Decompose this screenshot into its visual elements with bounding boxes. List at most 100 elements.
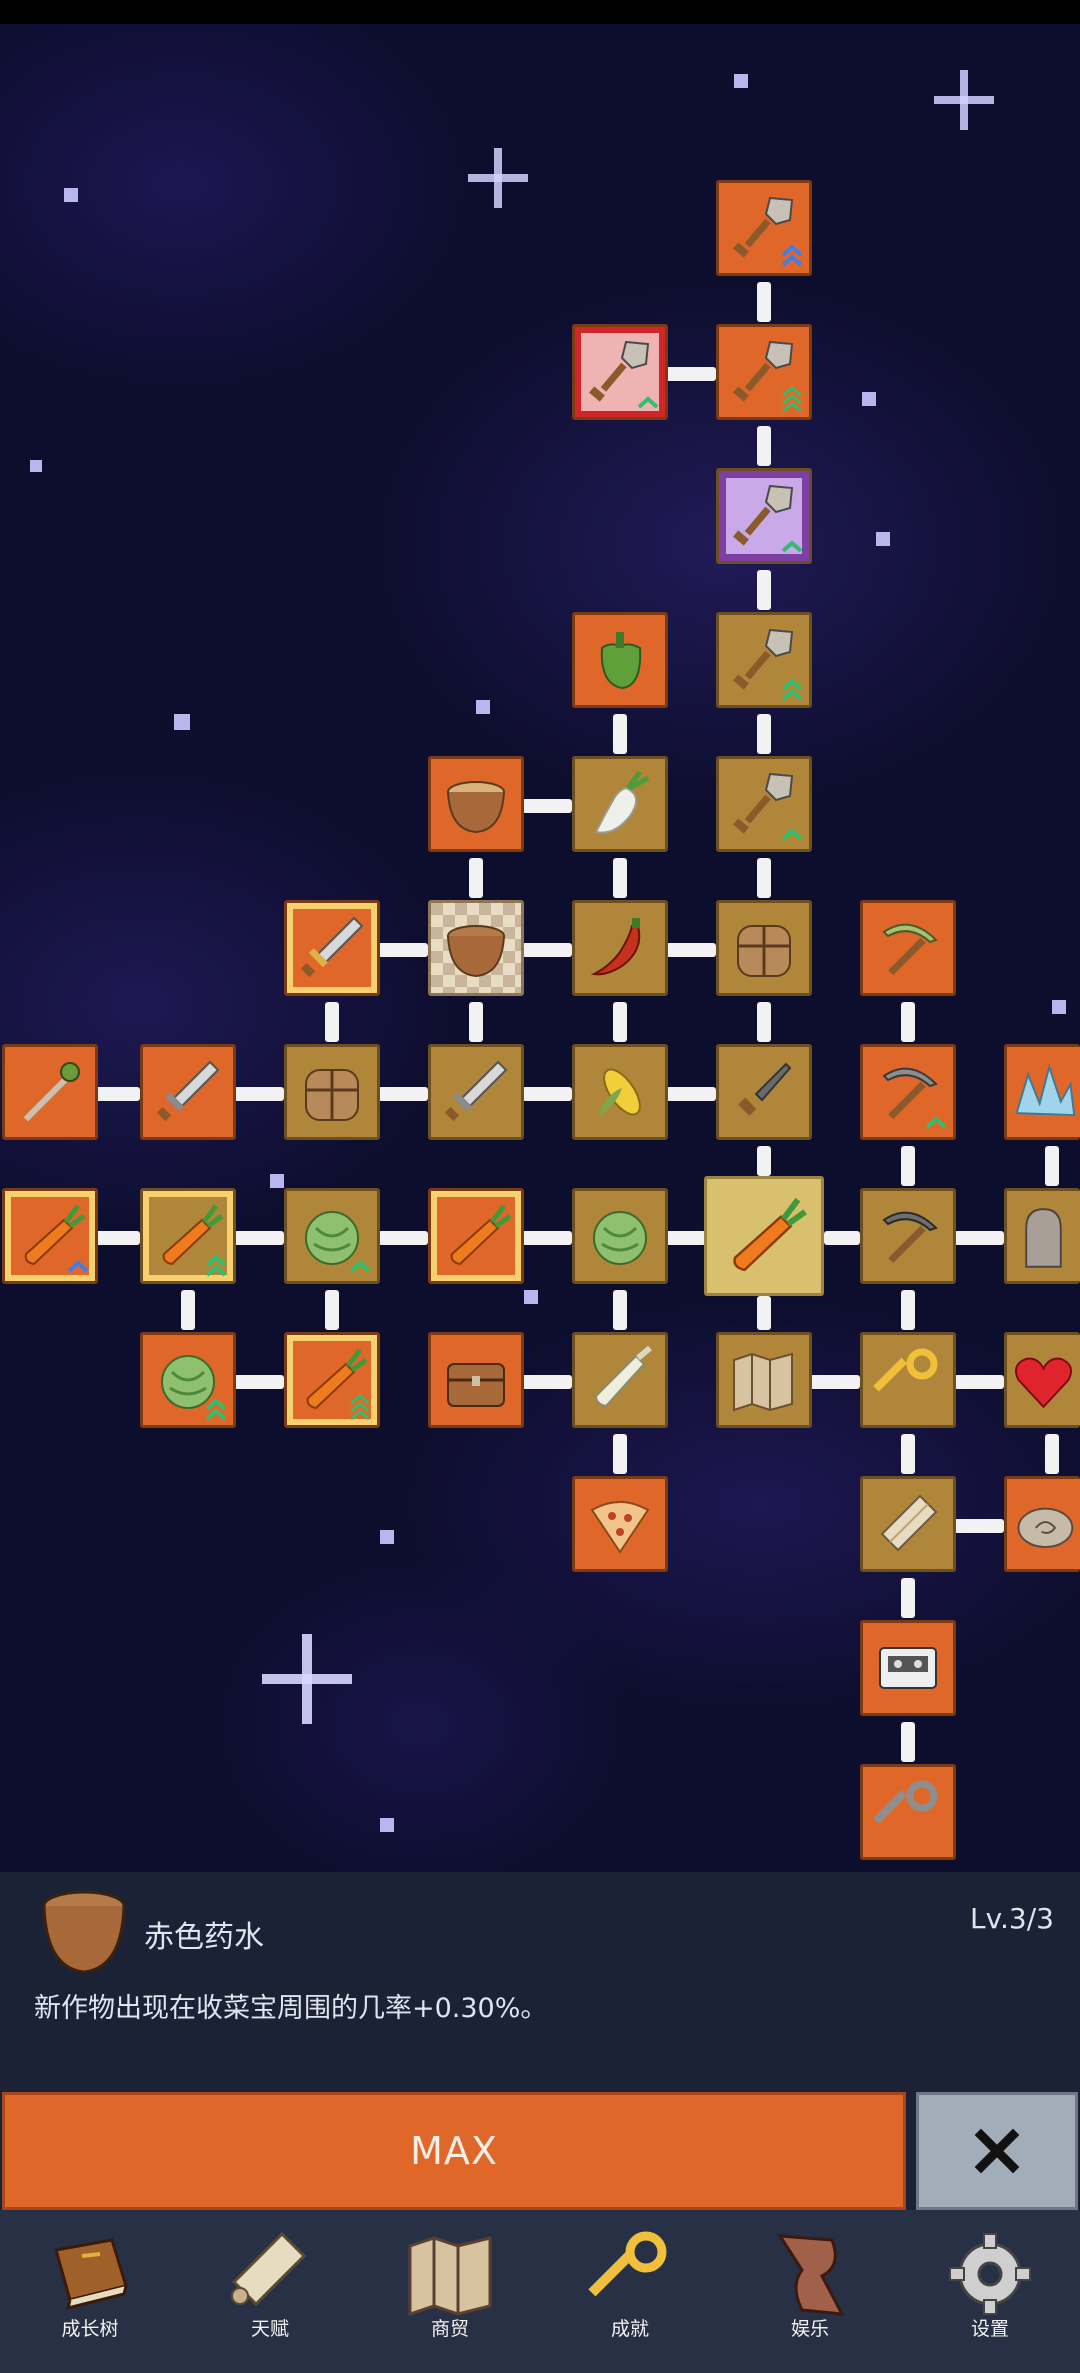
- connector: [522, 799, 572, 813]
- connector: [666, 943, 716, 957]
- node-dagger[interactable]: [716, 1044, 812, 1140]
- connector: [613, 1434, 627, 1474]
- node-cabbage-c[interactable]: [140, 1332, 236, 1428]
- pickaxe-icon: [882, 1211, 938, 1264]
- nav-trade[interactable]: 商贸: [390, 2226, 510, 2356]
- scroll-icon: [880, 1494, 938, 1552]
- node-pickaxe-b[interactable]: [860, 1044, 956, 1140]
- node-pizza[interactable]: [572, 1476, 668, 1572]
- chili-icon: [590, 918, 641, 976]
- node-backpack-b[interactable]: [284, 1044, 380, 1140]
- connector: [234, 1087, 284, 1101]
- node-sword-a[interactable]: [284, 900, 380, 996]
- node-carrot-a[interactable]: [2, 1188, 98, 1284]
- node-shovel-a[interactable]: [716, 180, 812, 276]
- node-pepper[interactable]: [572, 612, 668, 708]
- connector: [757, 1146, 771, 1176]
- connector: [469, 1002, 483, 1042]
- connector: [1045, 1146, 1059, 1186]
- gear-icon: [949, 2233, 1031, 2315]
- connector: [757, 426, 771, 466]
- node-cassette[interactable]: [860, 1620, 956, 1716]
- connector: [234, 1375, 284, 1389]
- node-leek[interactable]: [572, 1332, 668, 1428]
- pepper-icon: [600, 632, 642, 690]
- star: [380, 1818, 394, 1832]
- node-shovel-d[interactable]: [716, 756, 812, 852]
- node-crystal[interactable]: [1004, 1044, 1080, 1140]
- connector: [901, 1146, 915, 1186]
- node-shovel-c[interactable]: [716, 612, 812, 708]
- node-staff[interactable]: [2, 1044, 98, 1140]
- node-carrot-c[interactable]: [428, 1188, 524, 1284]
- node-sword-b[interactable]: [140, 1044, 236, 1140]
- connector: [613, 1290, 627, 1330]
- nav-growth-tree[interactable]: 成长树: [30, 2226, 150, 2356]
- sparkle: [262, 1634, 352, 1724]
- node-backpack-a[interactable]: [716, 900, 812, 996]
- scroll-icon: [231, 2231, 307, 2307]
- connector: [378, 943, 428, 957]
- connector: [378, 1231, 428, 1245]
- upgrade-arrow-icon: [925, 1116, 947, 1129]
- close-icon: [974, 2128, 1020, 2174]
- backpack-icon: [737, 925, 791, 977]
- status-bar: [0, 0, 1080, 24]
- connector: [325, 1002, 339, 1042]
- node-key-gold[interactable]: [860, 1332, 956, 1428]
- node-shovel-rare[interactable]: [572, 324, 668, 420]
- node-scroll[interactable]: [860, 1476, 956, 1572]
- node-cabbage-b[interactable]: [572, 1188, 668, 1284]
- bottom-nav: [0, 2210, 1080, 2373]
- upgrade-arrow-icon: [781, 828, 803, 841]
- nav-entertainment[interactable]: 娱乐: [750, 2226, 870, 2356]
- connector: [613, 858, 627, 898]
- connector: [522, 943, 572, 957]
- star: [476, 700, 490, 714]
- node-carrot-d[interactable]: [284, 1332, 380, 1428]
- nav-settings[interactable]: 设置: [930, 2226, 1050, 2356]
- bowl-icon: [447, 925, 505, 978]
- node-map[interactable]: [716, 1332, 812, 1428]
- connector: [522, 1375, 572, 1389]
- pizza-icon: [590, 1501, 650, 1554]
- upgrade-arrow-icon: [637, 396, 659, 409]
- node-bowl-selected[interactable]: [428, 900, 524, 996]
- close-button[interactable]: [916, 2092, 1078, 2210]
- leek-icon: [594, 1345, 652, 1408]
- node-cabbage-a[interactable]: [284, 1188, 380, 1284]
- node-bowl-a[interactable]: [428, 756, 524, 852]
- node-sword-c[interactable]: [428, 1044, 524, 1140]
- node-heart[interactable]: [1004, 1332, 1080, 1428]
- node-carrot-root[interactable]: [704, 1176, 824, 1296]
- node-shovel-epic[interactable]: [716, 468, 812, 564]
- star: [174, 714, 190, 730]
- node-pickaxe-a[interactable]: [860, 900, 956, 996]
- key-icon: [588, 2231, 667, 2297]
- bowl-icon: [447, 781, 505, 834]
- connector: [757, 570, 771, 610]
- node-corn[interactable]: [572, 1044, 668, 1140]
- key-icon: [873, 1348, 938, 1392]
- nav-talent[interactable]: 天赋: [210, 2226, 330, 2356]
- node-carrot-b[interactable]: [140, 1188, 236, 1284]
- node-statue[interactable]: [1004, 1188, 1080, 1284]
- node-chili[interactable]: [572, 900, 668, 996]
- connector: [757, 1002, 771, 1042]
- connector: [757, 282, 771, 322]
- sparkle: [934, 70, 994, 130]
- upgrade-arrow-icon: [781, 678, 803, 701]
- node-shovel-b[interactable]: [716, 324, 812, 420]
- node-chest[interactable]: [428, 1332, 524, 1428]
- nav-achievement[interactable]: 成就: [570, 2226, 690, 2356]
- connector: [901, 1722, 915, 1762]
- max-button[interactable]: MAX: [2, 2092, 906, 2210]
- node-radish[interactable]: [572, 756, 668, 852]
- backpack-icon: [305, 1069, 359, 1121]
- node-key-iron[interactable]: [860, 1764, 956, 1860]
- stone-icon: [1017, 1507, 1074, 1549]
- node-pickaxe-c[interactable]: [860, 1188, 956, 1284]
- connector: [757, 858, 771, 898]
- connector: [1045, 1434, 1059, 1474]
- node-stone[interactable]: [1004, 1476, 1080, 1572]
